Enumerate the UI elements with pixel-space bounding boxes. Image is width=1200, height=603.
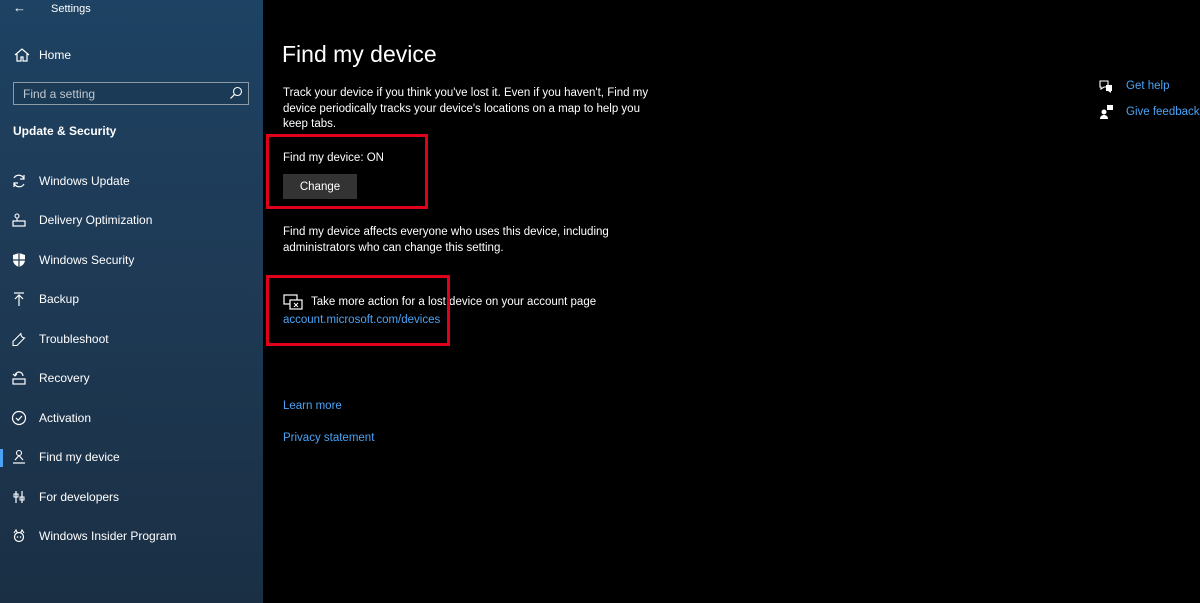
refresh-icon — [13, 174, 25, 188]
sidebar-item-label: Windows Security — [39, 252, 135, 267]
chat-help-icon — [1099, 80, 1112, 93]
sidebar-nav: Windows Update Delivery Optimization Win… — [0, 161, 263, 556]
back-arrow-icon[interactable]: ← — [13, 0, 26, 15]
page-title: Find my device — [282, 41, 437, 67]
backup-icon — [14, 292, 24, 307]
search-icon[interactable] — [229, 86, 243, 100]
sidebar-item-find-my-device[interactable]: Find my device — [0, 438, 263, 478]
give-feedback-row[interactable]: Give feedback — [1098, 104, 1200, 120]
get-help-link[interactable]: Get help — [1126, 80, 1169, 92]
sidebar-item-windows-update[interactable]: Windows Update — [0, 161, 263, 201]
get-help-row[interactable]: Get help — [1098, 78, 1169, 94]
sidebar-item-label: Find my device — [39, 450, 120, 465]
sidebar-item-label: Windows Update — [39, 173, 130, 188]
home-label: Home — [39, 48, 72, 62]
privacy-statement-link[interactable]: Privacy statement — [283, 432, 374, 444]
sidebar-item-for-developers[interactable]: For developers — [0, 477, 263, 517]
insider-icon — [13, 529, 25, 543]
sidebar-item-label: Troubleshoot — [39, 331, 109, 346]
sidebar-item-label: Activation — [39, 410, 92, 425]
sidebar-item-windows-insider-program[interactable]: Windows Insider Program — [0, 517, 263, 557]
sidebar-item-backup[interactable]: Backup — [0, 280, 263, 320]
sidebar-item-delivery-optimization[interactable]: Delivery Optimization — [0, 201, 263, 241]
sidebar-item-label: Recovery — [39, 371, 90, 386]
recovery-icon — [12, 371, 26, 385]
intro-text: Track your device if you think you've lo… — [283, 87, 649, 130]
search-input[interactable] — [23, 86, 223, 101]
sidebar-item-recovery[interactable]: Recovery — [0, 359, 263, 399]
main-content: Find my device Track your device if you … — [263, 0, 1200, 603]
delivery-icon — [12, 213, 26, 227]
sidebar-item-windows-security[interactable]: Windows Security — [0, 240, 263, 280]
highlight-box-status — [266, 134, 428, 209]
title-bar: ← Settings — [0, 0, 263, 20]
sidebar: ← Settings Home Update & Security Window… — [0, 0, 263, 603]
section-title: Update & Security — [13, 124, 117, 138]
sidebar-item-troubleshoot[interactable]: Troubleshoot — [0, 319, 263, 359]
sidebar-item-label: Backup — [39, 292, 80, 307]
shield-icon — [13, 252, 25, 267]
give-feedback-link[interactable]: Give feedback — [1126, 106, 1200, 118]
app-title: Settings — [51, 3, 91, 15]
developer-icon — [13, 490, 25, 503]
check-circle-icon — [11, 410, 27, 425]
highlight-box-account — [266, 275, 450, 346]
sidebar-item-activation[interactable]: Activation — [0, 398, 263, 438]
sidebar-item-label: Windows Insider Program — [39, 529, 177, 544]
home-icon — [14, 48, 30, 62]
learn-more-link[interactable]: Learn more — [283, 400, 342, 412]
wrench-icon — [12, 332, 26, 346]
search-box[interactable] — [13, 82, 249, 105]
sidebar-item-label: For developers — [39, 489, 120, 504]
sidebar-item-label: Delivery Optimization — [39, 213, 153, 228]
home-link[interactable]: Home — [13, 45, 71, 65]
affects-text: Find my device affects everyone who uses… — [283, 226, 609, 254]
feedback-icon — [1100, 105, 1113, 119]
person-location-icon — [13, 450, 25, 464]
